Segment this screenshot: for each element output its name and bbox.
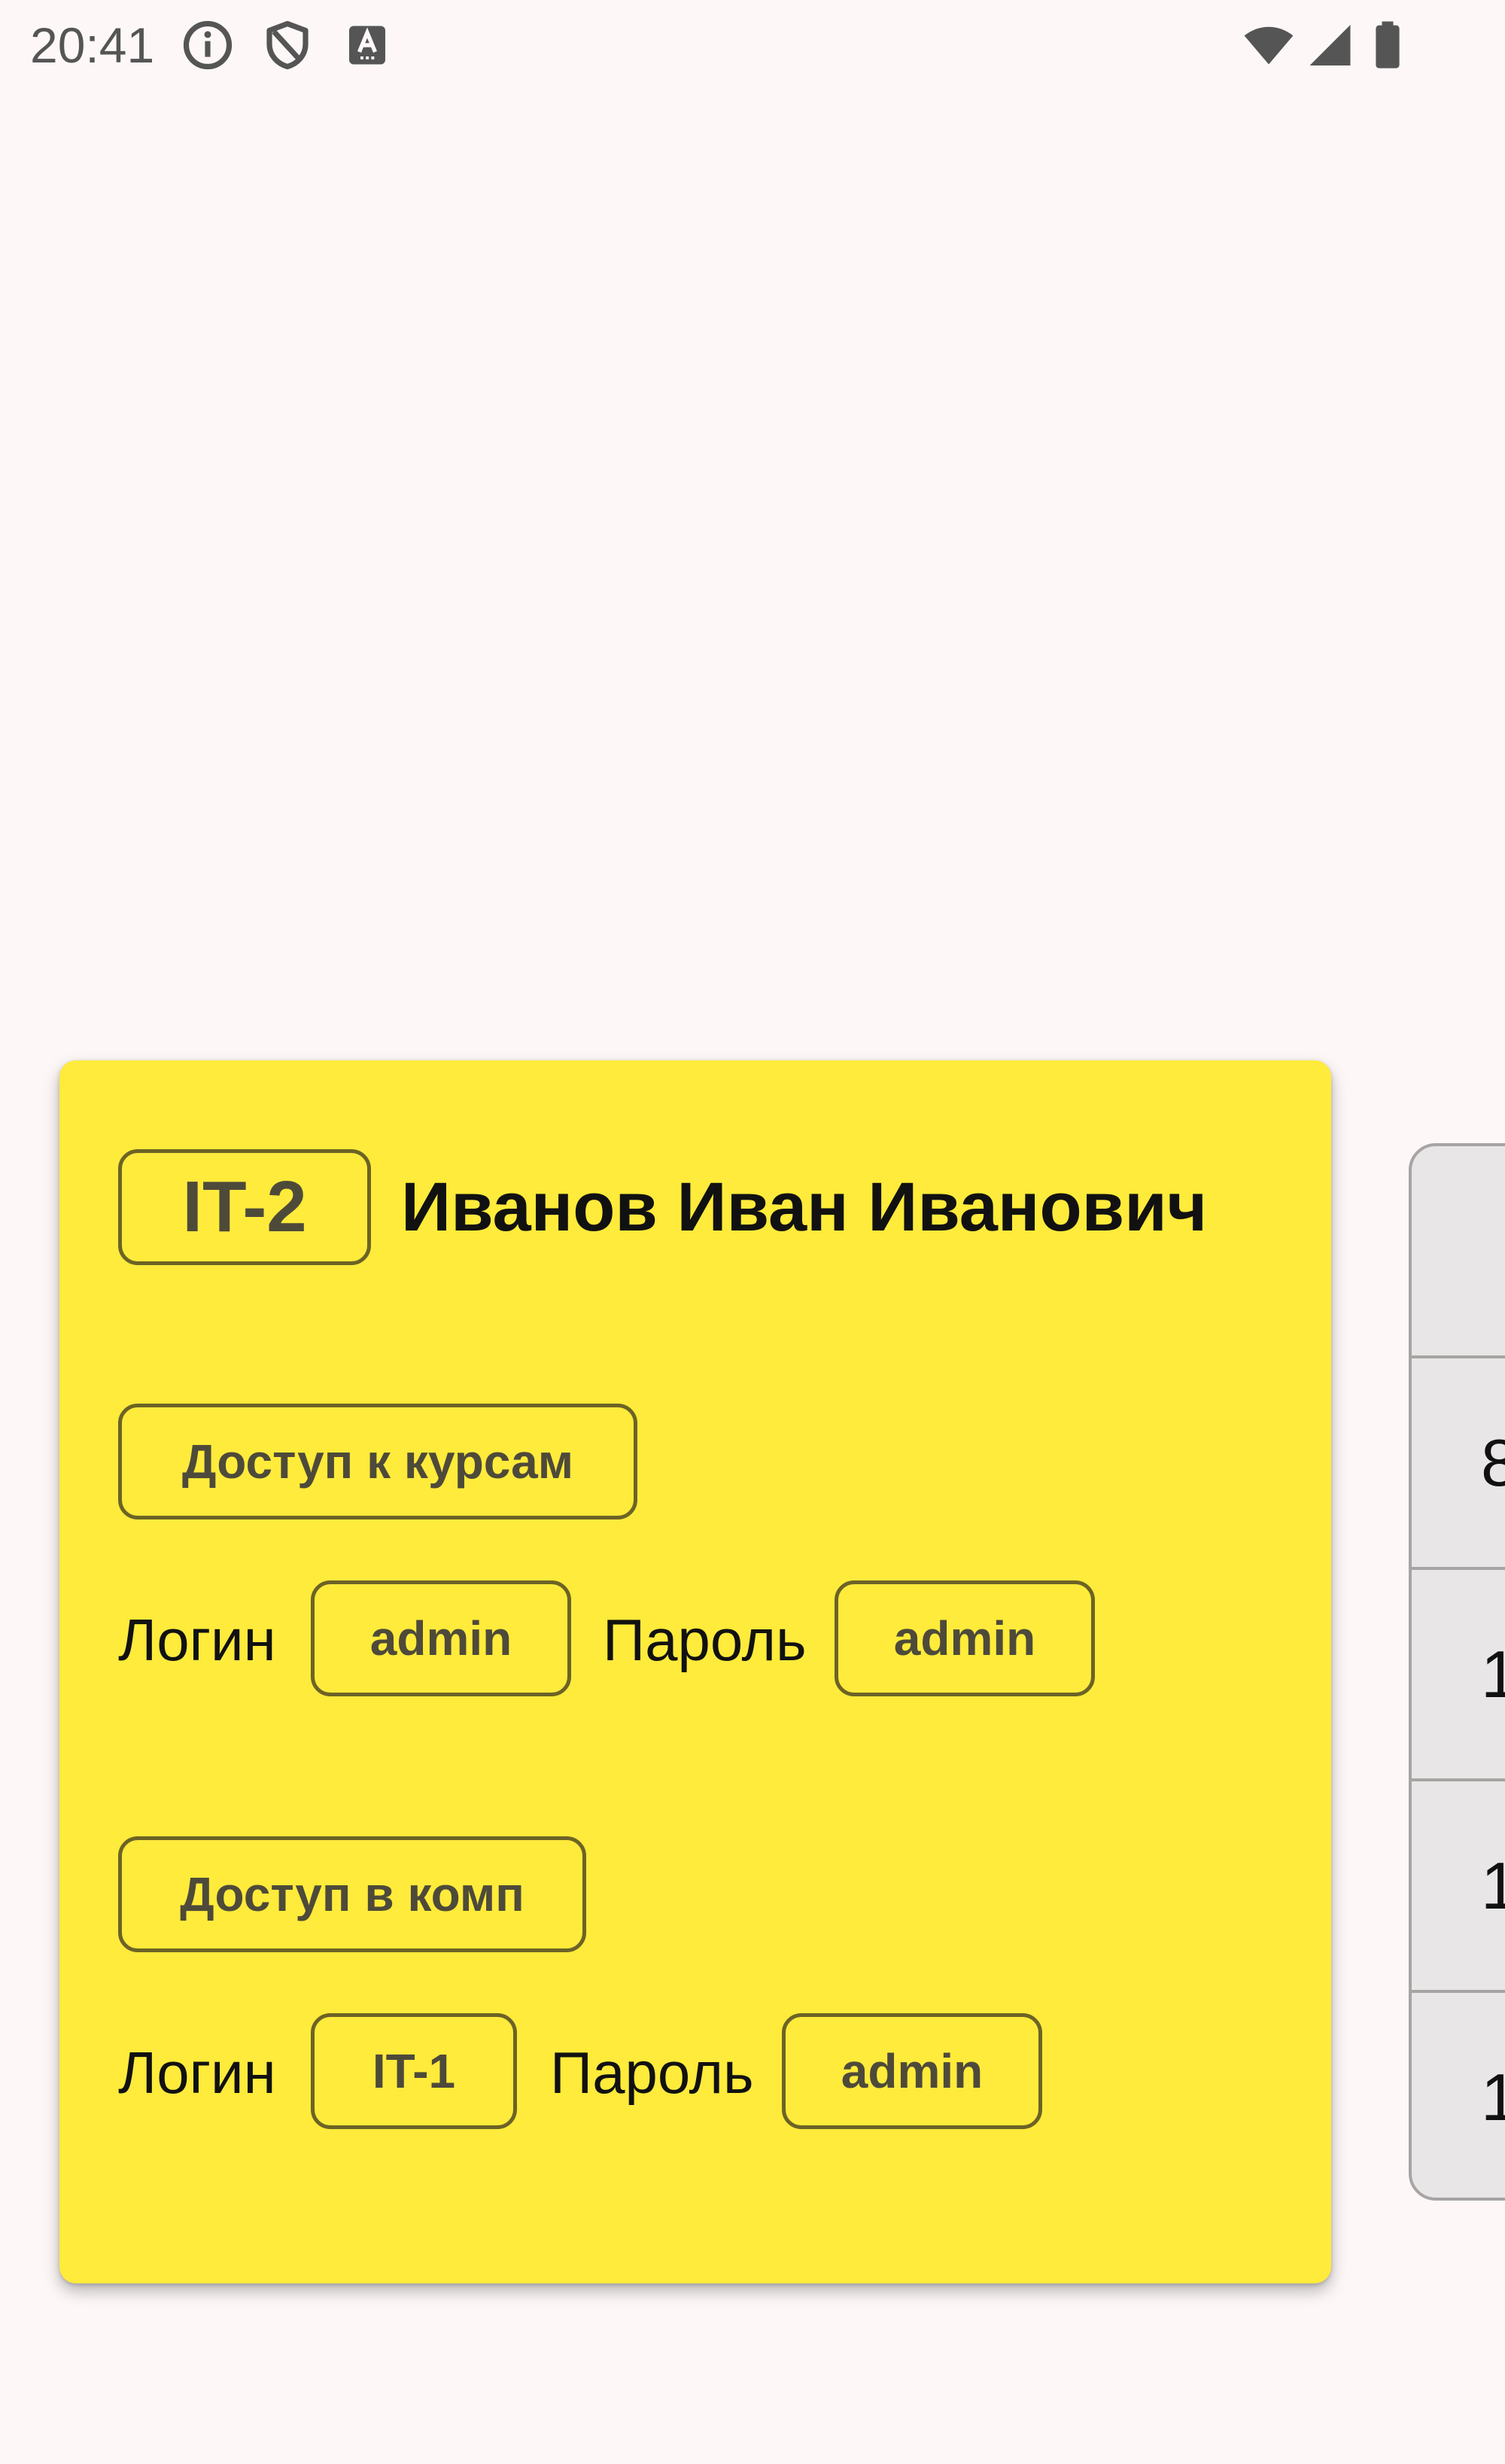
computer-password-label: Пароль bbox=[550, 2040, 754, 2106]
table-row: 10 bbox=[1412, 1990, 1505, 2198]
computer-password-value[interactable]: admin bbox=[782, 2013, 1042, 2129]
courses-login-value[interactable]: admin bbox=[311, 1580, 571, 1696]
computer-login-label: Логин bbox=[118, 2040, 276, 2106]
side-table[interactable]: 8 10 14 10 bbox=[1409, 1143, 1505, 2201]
student-card[interactable]: IT-2 Иванов Иван Иванович Доступ к курса… bbox=[59, 1060, 1331, 2283]
table-cell: 10 bbox=[1481, 2060, 1505, 2135]
table-cell: 8 bbox=[1481, 1425, 1505, 1501]
status-bar: 20:41 bbox=[0, 0, 1505, 90]
battery-icon bbox=[1359, 18, 1416, 72]
courses-access-button[interactable]: Доступ к курсам bbox=[118, 1404, 637, 1519]
cellular-signal-icon bbox=[1302, 18, 1356, 72]
courses-password-value[interactable]: admin bbox=[835, 1580, 1095, 1696]
shield-icon bbox=[260, 18, 315, 72]
group-badge[interactable]: IT-2 bbox=[118, 1149, 371, 1265]
table-cell: 10 bbox=[1481, 1637, 1505, 1712]
wifi-icon bbox=[1239, 18, 1299, 72]
keyboard-a-icon bbox=[340, 18, 394, 72]
computer-login-value[interactable]: IT-1 bbox=[311, 2013, 517, 2129]
courses-password-label: Пароль bbox=[603, 1607, 807, 1673]
table-row: 10 bbox=[1412, 1567, 1505, 1778]
table-cell: 14 bbox=[1481, 1848, 1505, 1924]
table-row: 14 bbox=[1412, 1778, 1505, 1990]
computer-access-button[interactable]: Доступ в комп bbox=[118, 1836, 586, 1952]
courses-login-label: Логин bbox=[118, 1607, 276, 1673]
table-row bbox=[1412, 1146, 1505, 1355]
table-row: 8 bbox=[1412, 1355, 1505, 1567]
info-icon bbox=[181, 18, 235, 72]
student-name: Иванов Иван Иванович bbox=[401, 1169, 1208, 1246]
status-time: 20:41 bbox=[30, 17, 155, 73]
